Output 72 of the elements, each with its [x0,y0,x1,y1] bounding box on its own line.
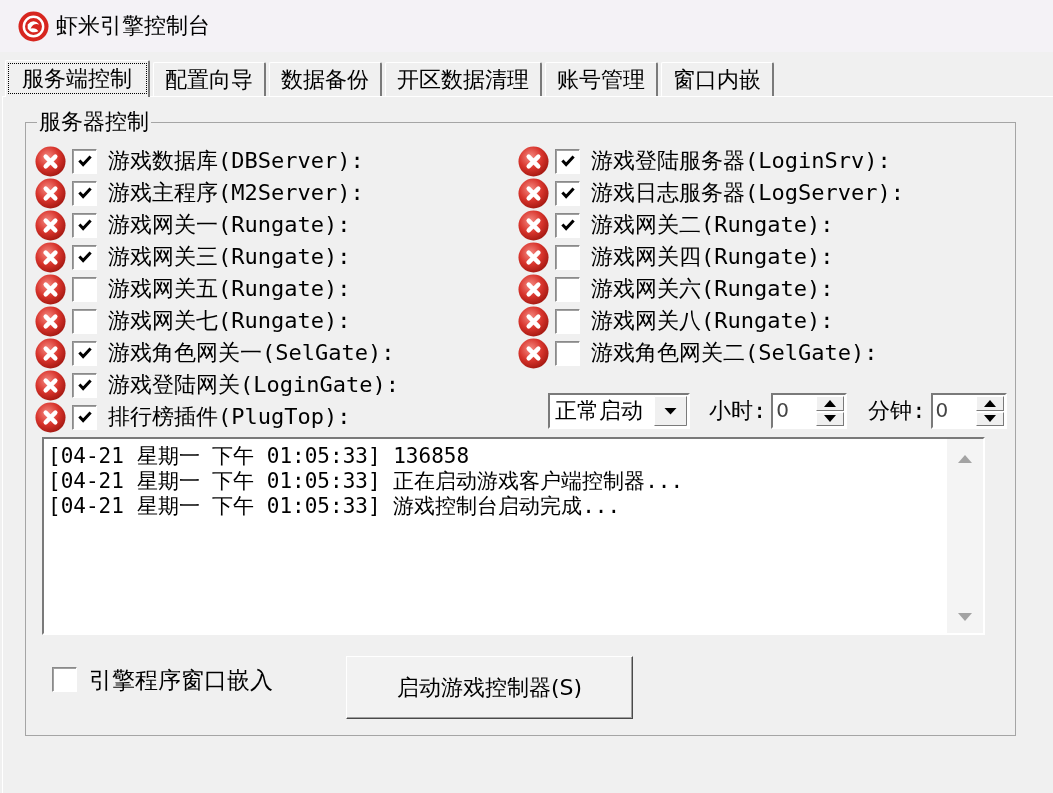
tab[interactable]: 服务端控制 [5,60,150,97]
caret-up-icon [983,399,996,407]
hour-label: 小时: [709,397,767,425]
checkbox[interactable] [72,404,97,430]
checkbox[interactable] [555,276,580,302]
tab[interactable]: 配置向导 [153,62,266,96]
check-icon [77,411,92,423]
server-label: 游戏网关七(Rungate): [108,307,351,335]
server-label: 游戏网关五(Rungate): [108,275,351,303]
checkbox[interactable] [72,308,97,334]
minute-label: 分钟: [868,397,926,425]
server-label: 游戏登陆网关(LoginGate): [108,371,399,399]
tab[interactable]: 开区数据清理 [385,62,542,96]
log-line: [04-21 星期一 下午 01:05:33] 正在启动游戏客户端控制器... [48,469,684,494]
spin-up-button[interactable] [816,396,845,411]
server-label: 游戏网关二(Rungate): [591,211,834,239]
server-label: 游戏数据库(DBServer): [108,147,364,175]
start-button[interactable]: 启动游戏控制器(S) [346,656,633,719]
checkbox[interactable] [555,180,580,206]
window-title: 虾米引擎控制台 [56,12,210,40]
caret-icon [654,396,687,426]
server-label: 游戏网关四(Rungate): [591,243,834,271]
spin-down-button[interactable] [816,411,845,426]
startup-mode-dropdown[interactable]: 正常启动 [548,393,690,429]
server-label: 游戏登陆服务器(LoginSrv): [591,147,891,175]
server-label: 游戏网关三(Rungate): [108,243,351,271]
server-label: 排行榜插件(PlugTop): [108,403,351,431]
server-label: 游戏日志服务器(LogServer): [591,179,904,207]
checkbox-label: 引擎程序窗口嵌入 [89,665,273,694]
app-logo-icon [18,10,49,42]
tab[interactable]: 窗口内嵌 [661,62,774,96]
server-label: 游戏角色网关一(SelGate): [108,339,395,367]
checkbox[interactable] [52,667,77,692]
group-title: 服务器控制 [38,109,150,135]
log-line: [04-21 星期一 下午 01:05:33] 136858 [48,444,470,469]
caret-up-icon [824,399,837,407]
log-line: [04-21 星期一 下午 01:05:33] 游戏控制台启动完成... [48,494,621,519]
check-icon [77,347,92,359]
checkbox[interactable] [72,148,97,174]
server-label: 游戏主程序(M2Server): [108,179,364,207]
server-label: 游戏网关八(Rungate): [591,307,834,335]
checkbox[interactable] [72,180,97,206]
check-icon [77,379,92,391]
check-icon [560,187,575,199]
check-icon [560,155,575,167]
caret-down-icon [824,415,837,423]
checkbox[interactable] [555,340,580,366]
caret-down-icon [983,415,996,423]
tab[interactable]: 数据备份 [269,62,382,96]
checkbox[interactable] [72,276,97,302]
server-label: 游戏角色网关二(SelGate): [591,339,878,367]
server-label: 游戏网关一(Rungate): [108,211,351,239]
checkbox[interactable] [555,308,580,334]
check-icon [77,219,92,231]
spin-down-button[interactable] [975,411,1004,426]
minute-field[interactable]: 0 [930,393,1007,429]
checkbox[interactable] [555,212,580,238]
checkbox[interactable] [72,244,97,270]
checkbox[interactable] [555,148,580,174]
hour-field[interactable]: 0 [771,393,848,429]
check-icon [77,187,92,199]
spin-up-button[interactable] [975,396,1004,411]
checkbox[interactable] [72,212,97,238]
log-area[interactable]: [04-21 星期一 下午 01:05:33] 136858 [04-21 星期一 下午 01:05:33] 正在启动游戏客户端控制器... [04-21 星期一 下午 01:05:33] 游戏控制台启动完成... [42,437,985,635]
checkbox[interactable] [72,372,97,398]
checkbox[interactable] [555,244,580,270]
checkbox[interactable] [72,340,97,366]
server-label: 游戏网关六(Rungate): [591,275,834,303]
check-icon [77,155,92,167]
tab[interactable]: 账号管理 [545,62,658,96]
check-icon [77,251,92,263]
check-icon [560,219,575,231]
